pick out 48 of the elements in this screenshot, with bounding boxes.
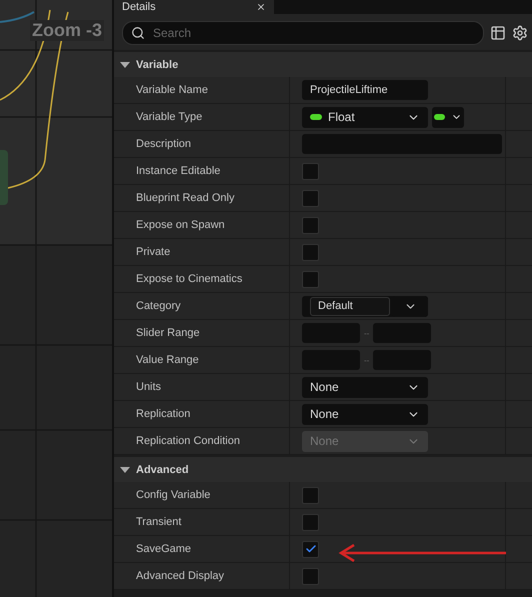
section-header[interactable]: Advanced: [114, 455, 532, 482]
variable-name-field[interactable]: ProjectileLiftime: [302, 80, 428, 100]
checkbox[interactable]: [302, 486, 319, 504]
checkbox[interactable]: [302, 540, 319, 558]
property-label: Replication: [136, 408, 190, 420]
property-label: Replication Condition: [136, 435, 240, 447]
range-separator: --: [364, 356, 370, 364]
dropdown[interactable]: None: [302, 376, 428, 398]
search-icon: [131, 26, 145, 40]
section-title: Variable: [136, 58, 178, 70]
checkbox[interactable]: [302, 216, 319, 234]
property-label: Instance Editable: [136, 165, 220, 177]
property-label: Category: [136, 300, 181, 312]
property-label: Variable Type: [136, 111, 202, 123]
close-icon[interactable]: [256, 2, 266, 12]
property-label: Variable Name: [136, 84, 208, 96]
property-label: Value Range: [136, 354, 199, 366]
table-icon[interactable]: [490, 25, 506, 41]
checkbox[interactable]: [302, 244, 319, 260]
property-label: Slider Range: [136, 327, 200, 339]
property-label: Advanced Display: [136, 570, 224, 582]
checkbox[interactable]: [302, 162, 319, 180]
container-type-dropdown[interactable]: [432, 106, 464, 128]
property-label: Transient: [136, 516, 182, 528]
section-header[interactable]: Variable: [114, 50, 532, 77]
section-title: Advanced: [136, 464, 189, 476]
property-label: Description: [136, 138, 192, 150]
property-label: Expose to Cinematics: [136, 273, 242, 285]
property-label: Expose on Spawn: [136, 219, 225, 231]
category-field[interactable]: Default: [310, 296, 390, 316]
settings-icon[interactable]: [512, 25, 528, 41]
checkbox[interactable]: [302, 270, 319, 288]
property-label: SaveGame: [136, 543, 192, 555]
zoom-label: Zoom -3: [30, 20, 104, 41]
property-label: Blueprint Read Only: [136, 192, 234, 204]
property-label: Private: [136, 246, 170, 258]
check-icon: [304, 543, 316, 555]
details-tab[interactable]: Details: [114, 0, 274, 14]
checkbox[interactable]: [302, 514, 319, 530]
checkbox[interactable]: [302, 190, 319, 206]
dropdown[interactable]: None: [302, 404, 428, 424]
property-label: Config Variable: [136, 489, 210, 501]
property-label: Units: [136, 381, 162, 393]
search-field[interactable]: Search: [122, 21, 484, 45]
range-separator: --: [364, 328, 370, 338]
type-dropdown[interactable]: Float: [302, 106, 428, 128]
category-combo[interactable]: Default: [302, 296, 428, 316]
checkbox[interactable]: [302, 568, 319, 584]
